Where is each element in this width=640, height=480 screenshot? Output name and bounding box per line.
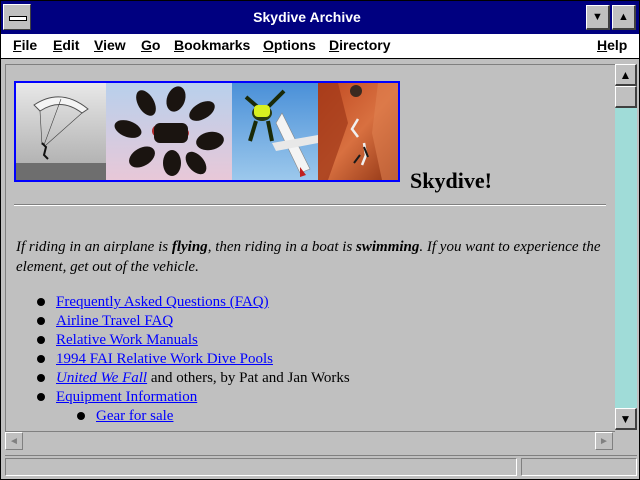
system-menu-button[interactable]	[3, 4, 31, 30]
scroll-right-button[interactable]: ►	[595, 432, 613, 450]
menu-file[interactable]: File	[13, 37, 37, 53]
list-item: 1994 FAI Relative Work Dive Pools	[14, 350, 350, 369]
window-title: Skydive Archive	[253, 9, 361, 25]
menu-bar: File Edit View Go Bookmarks Options Dire…	[1, 34, 639, 59]
bullet-icon	[37, 317, 45, 325]
minimize-button[interactable]: ▼	[586, 5, 610, 30]
intro-quote: If riding in an airplane is flying, then…	[16, 239, 601, 275]
browser-window: Skydive Archive ▼ ▲ File Edit View Go Bo…	[0, 0, 640, 480]
link-relative-work-manuals[interactable]: Relative Work Manuals	[56, 332, 198, 348]
progress-indicator	[521, 458, 637, 476]
menu-bookmarks[interactable]: Bookmarks	[174, 37, 250, 53]
maximize-button[interactable]: ▲	[612, 5, 636, 30]
scroll-up-button[interactable]: ▲	[615, 64, 637, 86]
formation-skydivers-photo	[106, 83, 232, 180]
bullet-icon	[37, 298, 45, 306]
parachute-landing-photo	[16, 83, 106, 180]
scroll-left-arrow-icon: ◄	[9, 436, 19, 447]
bullet-icon	[37, 355, 45, 363]
list-item: United We Fall and others, by Pat and Ja…	[14, 369, 350, 388]
scroll-up-arrow-icon: ▲	[619, 68, 632, 82]
list-item: Relative Work Manuals	[14, 331, 350, 350]
scroll-thumb[interactable]	[615, 86, 637, 108]
menu-go[interactable]: Go	[141, 37, 160, 53]
title-bar[interactable]: Skydive Archive ▼ ▲	[1, 1, 639, 34]
system-menu-icon	[9, 16, 27, 21]
bullet-icon	[37, 393, 45, 401]
scroll-left-button[interactable]: ◄	[5, 432, 23, 450]
cliff-jump-photo	[318, 83, 398, 180]
scroll-down-button[interactable]: ▼	[615, 408, 637, 430]
menu-help[interactable]: Help	[597, 37, 627, 53]
scroll-down-arrow-icon: ▼	[619, 412, 632, 426]
link-suffix-text: and others, by Pat and Jan Works	[147, 370, 350, 386]
horizontal-rule	[14, 204, 606, 206]
bullet-icon	[37, 374, 45, 382]
menu-options[interactable]: Options	[263, 37, 316, 53]
maximize-icon: ▲	[618, 11, 629, 23]
list-item: Airline Travel FAQ	[14, 312, 350, 331]
menu-directory[interactable]: Directory	[329, 37, 390, 53]
minimize-icon: ▼	[592, 11, 603, 23]
link-fai-dive-pools[interactable]: 1994 FAI Relative Work Dive Pools	[56, 351, 273, 367]
list-item: Equipment Information	[14, 388, 350, 407]
freefall-plane-photo	[232, 83, 318, 180]
skydive-banner-image	[14, 81, 400, 182]
link-united-we-fall[interactable]: United We Fall	[56, 370, 147, 386]
horizontal-scrollbar[interactable]: ◄ ►	[5, 431, 615, 450]
status-bar	[5, 455, 637, 478]
list-item: Frequently Asked Questions (FAQ)	[14, 293, 350, 312]
link-gear-for-sale[interactable]: Gear for sale	[96, 408, 173, 424]
bullet-icon	[37, 336, 45, 344]
page-content[interactable]: Skydive! If riding in an airplane is fly…	[5, 64, 616, 431]
scroll-right-arrow-icon: ►	[599, 436, 609, 447]
link-faq[interactable]: Frequently Asked Questions (FAQ)	[56, 294, 269, 310]
list-item: Gear for sale	[14, 407, 350, 426]
link-airline-travel-faq[interactable]: Airline Travel FAQ	[56, 313, 173, 329]
link-equipment-information[interactable]: Equipment Information	[56, 389, 197, 405]
vertical-scrollbar[interactable]: ▲ ▼	[615, 64, 637, 430]
status-message	[5, 458, 517, 476]
menu-edit[interactable]: Edit	[53, 37, 79, 53]
menu-view[interactable]: View	[94, 37, 126, 53]
bullet-icon	[77, 412, 85, 420]
scroll-track[interactable]	[615, 108, 637, 408]
page-heading: Skydive!	[410, 168, 492, 193]
link-list: Frequently Asked Questions (FAQ) Airline…	[14, 293, 350, 426]
